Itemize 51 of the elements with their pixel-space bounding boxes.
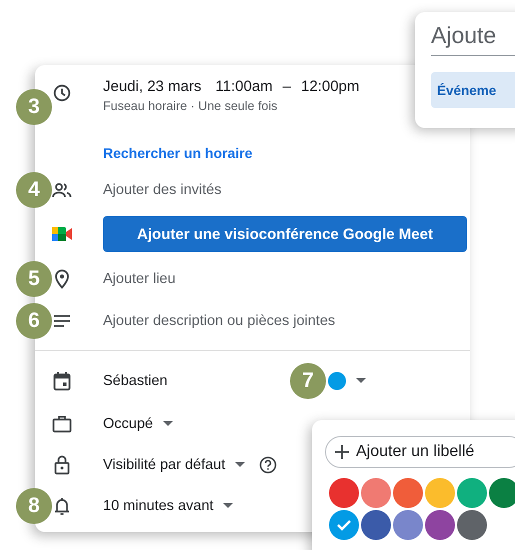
end-time[interactable]: 12:00pm [301,78,360,95]
briefcase-icon [52,415,72,433]
visibility-dropdown[interactable]: Visibilité par défaut [103,457,226,473]
caret-icon[interactable] [162,421,173,427]
availability-dropdown[interactable]: Occupé [103,416,153,432]
color-swatch[interactable] [329,510,359,540]
event-tab[interactable]: Événeme [431,72,515,108]
time-details-text[interactable]: Fuseau horaire · Une seule fois [103,99,360,113]
lock-icon [54,455,70,475]
color-swatch[interactable] [425,510,455,540]
video-camera-icon [51,225,73,243]
text-lines-icon [53,315,71,327]
color-swatch[interactable] [393,510,423,540]
step-badge: 3 [16,89,52,125]
color-dot[interactable] [328,372,346,390]
caret-icon[interactable] [223,503,234,509]
find-time-link[interactable]: Rechercher un horaire [103,144,252,160]
location-field[interactable]: Ajouter lieu [103,271,176,287]
step-badge: 5 [16,261,52,297]
title-field[interactable]: Ajoute [431,22,496,49]
reminder-dropdown[interactable]: 10 minutes avant [103,498,214,514]
plus-icon [334,444,350,460]
check-icon [336,519,352,531]
start-time[interactable]: 11:00am [215,78,273,95]
meet-button[interactable]: Ajouter une visioconférence Google Meet [103,216,467,252]
caret-icon[interactable] [356,378,366,384]
dash-text: – [282,78,291,95]
description-field[interactable]: Ajouter description ou pièces jointes [103,313,336,329]
color-swatch[interactable] [457,478,487,508]
calendar-icon [53,371,71,391]
people-icon [52,182,72,198]
help-icon[interactable] [259,456,278,474]
bell-icon [54,496,70,516]
step-badge: 8 [16,488,52,524]
date-text[interactable]: Jeudi, 23 mars [103,78,202,95]
caret-icon[interactable] [235,462,246,468]
step-badge: 6 [16,303,52,339]
add-guests-field[interactable]: Ajouter des invités [103,182,222,198]
calendar-name[interactable]: Sébastien [103,373,290,389]
color-swatch[interactable] [489,478,515,508]
color-swatch[interactable] [361,510,391,540]
step-badge: 4 [16,172,52,208]
color-swatch[interactable] [425,478,455,508]
color-swatch[interactable] [393,478,423,508]
color-swatch[interactable] [457,510,487,540]
color-swatch[interactable] [361,478,391,508]
location-pin-icon [54,269,70,289]
add-label-button[interactable]: Ajouter un libellé [325,436,515,468]
step-badge: 7 [290,363,326,399]
color-swatch[interactable] [329,478,359,508]
clock-icon [53,84,71,102]
